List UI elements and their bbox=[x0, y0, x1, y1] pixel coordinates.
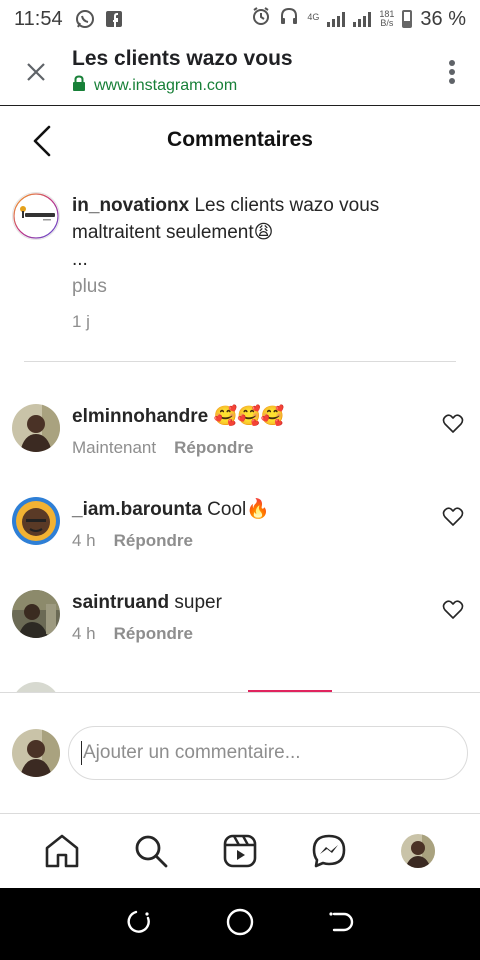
system-nav-bar bbox=[0, 888, 480, 960]
browser-bar: Les clients wazo vous www.instagram.com bbox=[0, 38, 480, 106]
comment-item-partial bbox=[12, 682, 468, 692]
comment-username[interactable]: elminnohandre bbox=[72, 406, 208, 427]
back-gesture-icon[interactable] bbox=[326, 908, 354, 941]
facebook-icon bbox=[105, 10, 123, 28]
comment-body: saintruand super 4 h Répondre bbox=[72, 590, 468, 644]
avatar[interactable] bbox=[12, 192, 60, 240]
battery-icon bbox=[402, 10, 413, 28]
caption-text-line2: maltraitent seulement😩 bbox=[72, 222, 274, 243]
comment-composer: Ajouter un commentaire... bbox=[0, 692, 480, 814]
caption-ellipsis: ... bbox=[72, 249, 88, 270]
avatar[interactable] bbox=[12, 404, 60, 452]
comment-text: super bbox=[174, 592, 222, 613]
battery-level: 36 % bbox=[420, 7, 466, 30]
messenger-icon[interactable] bbox=[305, 827, 353, 875]
net-speed-unit: B/s bbox=[380, 18, 394, 28]
caption-text-line1: Les clients wazo vous bbox=[194, 195, 380, 216]
comment-input[interactable]: Ajouter un commentaire... bbox=[68, 726, 468, 780]
heart-icon[interactable] bbox=[442, 507, 466, 531]
back-arrow-icon[interactable] bbox=[22, 121, 62, 161]
browser-url[interactable]: www.instagram.com bbox=[72, 75, 424, 96]
caption-time: 1 j bbox=[72, 312, 90, 331]
post-caption: in_novationx Les clients wazo vous maltr… bbox=[12, 192, 462, 335]
comment-time: 4 h bbox=[72, 531, 96, 550]
comment-item: saintruand super 4 h Répondre bbox=[12, 590, 468, 644]
comment-item: elminnohandre 🥰🥰🥰 Maintenant Répondre bbox=[12, 404, 468, 458]
avatar bbox=[12, 729, 60, 777]
reels-icon[interactable] bbox=[216, 827, 264, 875]
lock-icon bbox=[72, 75, 86, 96]
net-speed: 181 B/s bbox=[379, 10, 394, 28]
caption-more-link[interactable]: plus bbox=[72, 273, 379, 300]
alarm-icon bbox=[251, 6, 271, 32]
caption-body: in_novationx Les clients wazo vous maltr… bbox=[72, 192, 379, 335]
search-icon[interactable] bbox=[127, 827, 175, 875]
comment-item: _iam.barounta Cool🔥 4 h Répondre bbox=[12, 497, 468, 551]
comment-username[interactable]: _iam.barounta bbox=[72, 499, 202, 520]
heart-icon[interactable] bbox=[442, 600, 466, 624]
whatsapp-icon bbox=[75, 9, 95, 29]
comment-username[interactable]: saintruand bbox=[72, 592, 169, 613]
avatar[interactable] bbox=[12, 682, 60, 692]
comment-body: _iam.barounta Cool🔥 4 h Répondre bbox=[72, 497, 468, 551]
status-time: 11:54 bbox=[14, 7, 63, 30]
browser-page-title: Les clients wazo vous bbox=[72, 47, 293, 70]
network-type: 4G bbox=[307, 12, 320, 22]
page-title: Commentaires bbox=[167, 128, 313, 151]
reply-button[interactable]: Répondre bbox=[114, 624, 193, 644]
browser-titles: Les clients wazo vous www.instagram.com bbox=[72, 47, 424, 96]
comments-list[interactable]: elminnohandre 🥰🥰🥰 Maintenant Répondre _i… bbox=[0, 362, 480, 692]
text-caret bbox=[81, 741, 82, 765]
profile-avatar[interactable] bbox=[394, 827, 442, 875]
status-bar: 11:54 4G 181 B/s 36 % bbox=[0, 0, 480, 38]
bottom-nav bbox=[0, 814, 480, 888]
caption-username[interactable]: in_novationx bbox=[72, 195, 189, 216]
reply-button[interactable]: Répondre bbox=[174, 438, 253, 458]
partial-comment-marks bbox=[72, 682, 468, 692]
signal-icon bbox=[327, 11, 346, 27]
avatar[interactable] bbox=[12, 590, 60, 638]
comment-body bbox=[72, 682, 468, 692]
more-vertical-icon[interactable] bbox=[424, 38, 480, 106]
comments-header: Commentaires bbox=[0, 107, 480, 173]
comment-text: Cool🔥 bbox=[207, 499, 270, 520]
heart-icon[interactable] bbox=[442, 414, 466, 438]
recents-icon[interactable] bbox=[126, 908, 154, 941]
browser-url-text: www.instagram.com bbox=[94, 76, 238, 94]
comment-text: 🥰🥰🥰 bbox=[213, 406, 285, 427]
comment-time: 4 h bbox=[72, 624, 96, 643]
signal-icon bbox=[353, 11, 372, 27]
reply-button[interactable]: Répondre bbox=[114, 531, 193, 551]
close-icon[interactable] bbox=[0, 38, 72, 106]
headphones-icon bbox=[279, 6, 299, 32]
comment-body: elminnohandre 🥰🥰🥰 Maintenant Répondre bbox=[72, 404, 468, 458]
home-button-icon[interactable] bbox=[225, 907, 255, 942]
comment-time: Maintenant bbox=[72, 438, 157, 457]
avatar[interactable] bbox=[12, 497, 60, 545]
home-icon[interactable] bbox=[38, 827, 86, 875]
comment-input-placeholder: Ajouter un commentaire... bbox=[83, 742, 301, 763]
